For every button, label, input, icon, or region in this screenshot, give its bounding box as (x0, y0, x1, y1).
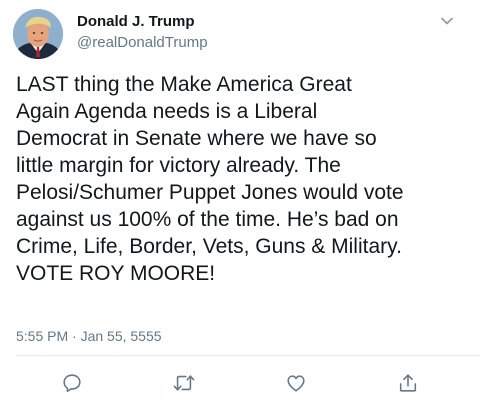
like-button[interactable] (283, 370, 309, 396)
tweet-text: LAST thing the Make America Great Again … (16, 71, 472, 287)
reply-icon (63, 374, 81, 393)
divider (16, 355, 480, 356)
tweet-line: LAST thing the Make America Great (16, 73, 352, 96)
share-icon (399, 374, 417, 392)
timestamp[interactable]: 5:55 PM · Jan 55, 5555 (16, 327, 162, 345)
share-button[interactable] (395, 370, 421, 396)
tweet-line: Pelosi/Schumer Puppet Jones would vote (16, 181, 404, 204)
avatar[interactable] (13, 9, 63, 59)
handle[interactable]: @realDonaldTrump (77, 33, 208, 53)
tweet-line: little margin for victory already. The (16, 154, 341, 177)
author-info: Donald J. Trump @realDonaldTrump (77, 12, 208, 53)
retweet-button[interactable] (171, 370, 197, 396)
tweet-line: Democrat in Senate where we have so (16, 127, 377, 150)
tweet-line: Again Agenda needs is a Liberal (16, 100, 318, 123)
avatar-image (13, 9, 63, 59)
chevron-down-icon[interactable] (440, 14, 454, 28)
reply-button[interactable] (59, 370, 85, 396)
retweet-icon (173, 375, 195, 391)
heart-icon (287, 375, 305, 392)
tweet-line: against us 100% of the time. He’s bad on (16, 208, 399, 231)
tweet-line: VOTE ROY MOORE! (16, 262, 216, 285)
tweet-line: Crime, Life, Border, Vets, Guns & Milita… (16, 235, 402, 258)
tweet-card: Donald J. Trump @realDonaldTrump LAST th… (0, 0, 480, 410)
display-name[interactable]: Donald J. Trump (77, 12, 208, 32)
